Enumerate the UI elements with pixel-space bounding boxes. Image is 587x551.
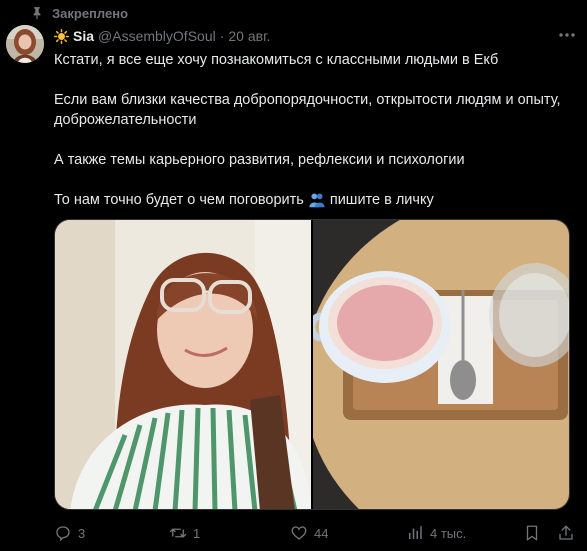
- coffee-photo: [313, 220, 569, 509]
- sun-icon: [54, 28, 69, 44]
- avatar-photo: [6, 25, 44, 63]
- reply-button[interactable]: 3: [54, 524, 85, 542]
- media-item[interactable]: [313, 220, 569, 509]
- post-line-before: То нам точно будет о чем поговорить: [54, 192, 304, 208]
- post-paragraph: А также темы карьерного развития, рефлек…: [54, 152, 465, 168]
- post-line-after: пишите в личку: [329, 192, 434, 208]
- author-name[interactable]: Sia: [73, 28, 94, 44]
- share-icon: [559, 525, 573, 540]
- pinned-indicator: Закреплено: [30, 4, 128, 22]
- bookmark-button[interactable]: [523, 524, 541, 542]
- pinned-label: Закреплено: [52, 5, 129, 21]
- action-bar: 3 1 44 4 тыс.: [54, 523, 574, 543]
- reply-count: 3: [78, 525, 86, 541]
- post-header: Sia @AssemblyOfSoul · 20 авг.: [54, 27, 270, 45]
- like-count: 44: [314, 525, 329, 541]
- post-paragraph-last: То нам точно будет о чем поговорить пиши…: [54, 190, 574, 210]
- more-icon: [559, 33, 575, 37]
- heart-icon: [291, 526, 307, 540]
- selfie-photo: [55, 220, 311, 509]
- like-button[interactable]: 44: [290, 524, 328, 542]
- views-button[interactable]: 4 тыс.: [406, 524, 466, 542]
- views-icon: [409, 526, 422, 539]
- retweet-count: 1: [193, 525, 201, 541]
- share-button[interactable]: [557, 524, 575, 542]
- post-paragraph: Кстати, я все еще хочу познакомиться с к…: [54, 52, 499, 68]
- people-hugging-emoji: [309, 193, 325, 208]
- separator-dot: ·: [219, 28, 225, 44]
- post-date[interactable]: 20 авг.: [228, 28, 270, 44]
- avatar[interactable]: [6, 25, 44, 63]
- more-options-button[interactable]: [557, 26, 577, 44]
- reply-icon: [56, 526, 70, 542]
- retweet-button[interactable]: 1: [169, 524, 200, 542]
- media-grid[interactable]: [54, 219, 570, 510]
- views-count: 4 тыс.: [430, 525, 467, 541]
- post-paragraph: Если вам близки качества добропорядочнос…: [54, 92, 561, 128]
- pin-icon: [33, 7, 41, 20]
- media-item[interactable]: [55, 220, 311, 509]
- bookmark-icon: [526, 525, 538, 541]
- post-text: Кстати, я все еще хочу познакомиться с к…: [54, 50, 574, 210]
- retweet-icon: [169, 528, 187, 538]
- author-handle[interactable]: @AssemblyOfSoul: [98, 28, 216, 44]
- pinned-post[interactable]: Закреплено Sia @AssemblyOfSoul · 20 авг.: [0, 0, 587, 551]
